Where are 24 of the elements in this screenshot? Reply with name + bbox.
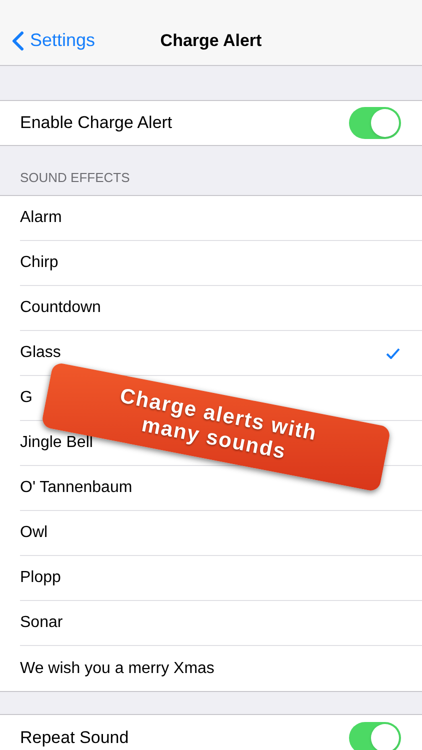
row-label: Plopp — [20, 568, 61, 588]
toggle-switch[interactable] — [349, 722, 401, 750]
back-chevron-icon — [12, 30, 24, 50]
row-label: Repeat Sound — [20, 726, 129, 749]
row-label: Chirp — [20, 253, 58, 273]
sound-row[interactable]: Alarm — [20, 196, 422, 241]
sound-row[interactable]: Owl — [20, 511, 422, 556]
row-label: Sonar — [20, 613, 63, 633]
sound-row[interactable]: Sonar — [20, 601, 422, 646]
section-header: SOUND EFFECTS — [20, 168, 130, 186]
back-button[interactable]: Settings — [0, 27, 96, 54]
sound-row[interactable]: Chirp — [20, 241, 422, 286]
row-label: Glass — [20, 343, 61, 363]
row-label: Alarm — [20, 208, 62, 228]
sound-row[interactable]: Plopp — [20, 556, 422, 601]
toggle-switch[interactable] — [349, 107, 401, 139]
window-title: Charge Alert — [160, 30, 262, 52]
row-label: Enable Charge Alert — [20, 112, 172, 134]
sound-row[interactable]: Countdown — [20, 286, 422, 331]
sound-row[interactable]: We wish you a merry Xmas — [20, 646, 422, 691]
row-label: We wish you a merry Xmas — [20, 658, 214, 678]
row-label: G — [20, 388, 32, 408]
row-label: Owl — [20, 523, 48, 543]
row-label: Countdown — [20, 298, 101, 318]
